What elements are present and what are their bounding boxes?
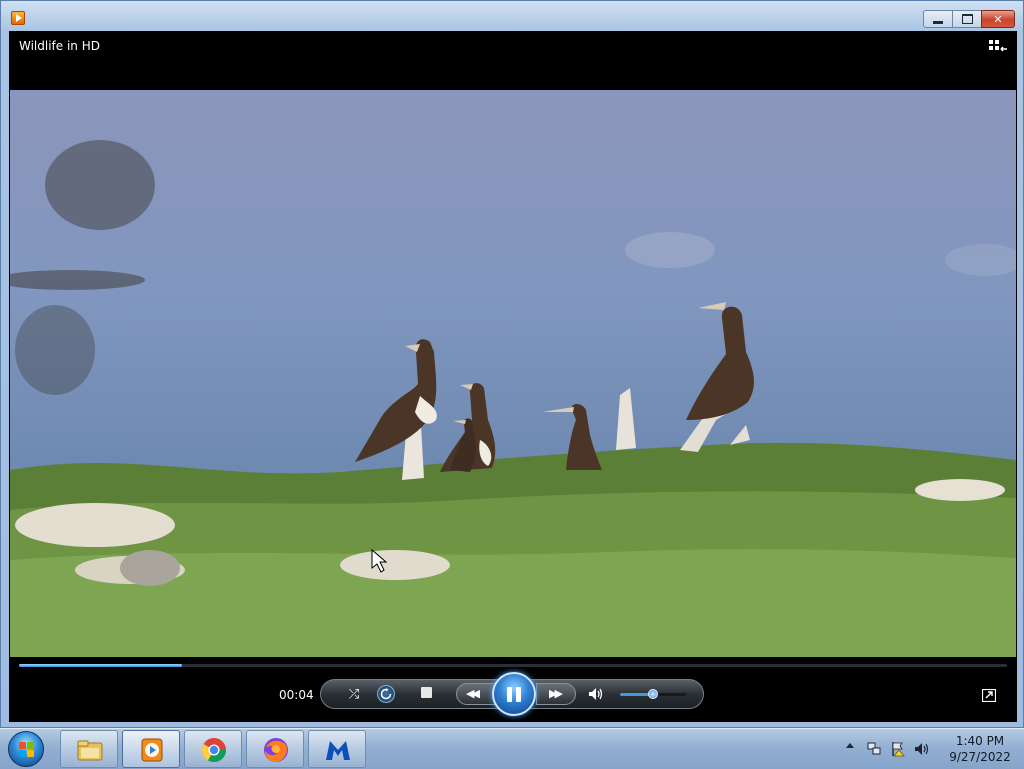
booby-bird: [355, 339, 437, 462]
blurred-bird: [45, 140, 155, 230]
pause-icon-bar: [516, 687, 521, 702]
taskbar: 1:40 PM 9/27/2022: [0, 728, 1024, 769]
volume-slider[interactable]: [620, 689, 686, 699]
mute-button[interactable]: [587, 685, 605, 703]
previous-icon: ◀◀: [466, 687, 480, 700]
booby-bird: [686, 302, 754, 420]
taskbar-item-media-player[interactable]: [122, 730, 180, 768]
seek-progress: [19, 664, 183, 667]
switch-view-icon[interactable]: [982, 689, 996, 702]
booby-bird: [450, 418, 476, 472]
maximize-icon: [961, 14, 973, 24]
taskbar-item-explorer[interactable]: [60, 730, 118, 768]
cloud: [945, 244, 1016, 276]
blurred-bird-wing: [10, 270, 145, 290]
firefox-icon: [264, 738, 288, 762]
media-title: Wildlife in HD: [19, 39, 100, 53]
seek-bar[interactable]: [19, 664, 1007, 667]
repeat-icon: [380, 688, 392, 700]
stop-button[interactable]: [421, 687, 432, 698]
action-center-flag-icon[interactable]: [890, 741, 906, 757]
clock-time: 1:40 PM: [955, 734, 1005, 748]
taskbar-item-chrome[interactable]: [184, 730, 242, 768]
play-pause-button[interactable]: [492, 672, 536, 716]
volume-icon[interactable]: [914, 741, 930, 757]
minimize-icon: [933, 20, 943, 24]
malwarebytes-icon: [326, 741, 350, 760]
player-header: Wildlife in HD: [9, 31, 1017, 90]
maximize-button[interactable]: [952, 10, 982, 28]
driftwood: [616, 388, 636, 450]
repeat-button[interactable]: [377, 685, 395, 703]
clock[interactable]: 1:40 PM 9/27/2022: [944, 733, 1016, 765]
network-icon[interactable]: [866, 741, 882, 757]
sand-patch: [15, 503, 175, 547]
shuffle-icon: ⤮: [348, 686, 360, 702]
folder-icon: [77, 740, 103, 761]
sand-patch: [340, 550, 450, 580]
media-player-icon: [141, 738, 163, 762]
pause-icon: [507, 687, 512, 702]
start-button[interactable]: [8, 731, 44, 767]
sand-patch: [915, 479, 1005, 501]
show-hidden-icons-icon[interactable]: [846, 743, 854, 748]
close-icon: ✕: [993, 12, 1003, 26]
taskbar-item-malwarebytes[interactable]: [308, 730, 366, 768]
system-tray: 1:40 PM 9/27/2022: [834, 729, 1024, 769]
switch-to-library-icon[interactable]: [989, 40, 1007, 54]
clock-date: 9/27/2022: [949, 750, 1011, 764]
previous-button[interactable]: ◀◀: [456, 683, 496, 705]
video-scene: [10, 140, 1016, 657]
speaker-icon: [589, 688, 603, 700]
caption-buttons: ✕: [923, 10, 1015, 28]
cloud: [625, 232, 715, 268]
media-player-window: ✕ Wildlife in HD 00:04 ⤮ ◀◀ ▶▶: [0, 0, 1024, 728]
taskbar-item-firefox[interactable]: [246, 730, 304, 768]
rock: [120, 550, 180, 586]
now-playing-view: Wildlife in HD 00:04 ⤮ ◀◀ ▶▶: [9, 31, 1017, 722]
close-button[interactable]: ✕: [981, 10, 1015, 28]
media-player-icon[interactable]: [11, 11, 25, 25]
blurred-bird: [15, 305, 95, 395]
shuffle-button[interactable]: ⤮: [344, 685, 364, 703]
driftwood: [730, 425, 750, 445]
minimize-button[interactable]: [923, 10, 953, 28]
video-frame[interactable]: [10, 90, 1016, 657]
chrome-icon: [201, 738, 226, 763]
next-button[interactable]: ▶▶: [536, 683, 576, 705]
elapsed-time: 00:04: [279, 688, 314, 702]
title-bar[interactable]: ✕: [1, 1, 1023, 31]
next-icon: ▶▶: [549, 687, 563, 700]
volume-thumb[interactable]: [648, 689, 658, 699]
